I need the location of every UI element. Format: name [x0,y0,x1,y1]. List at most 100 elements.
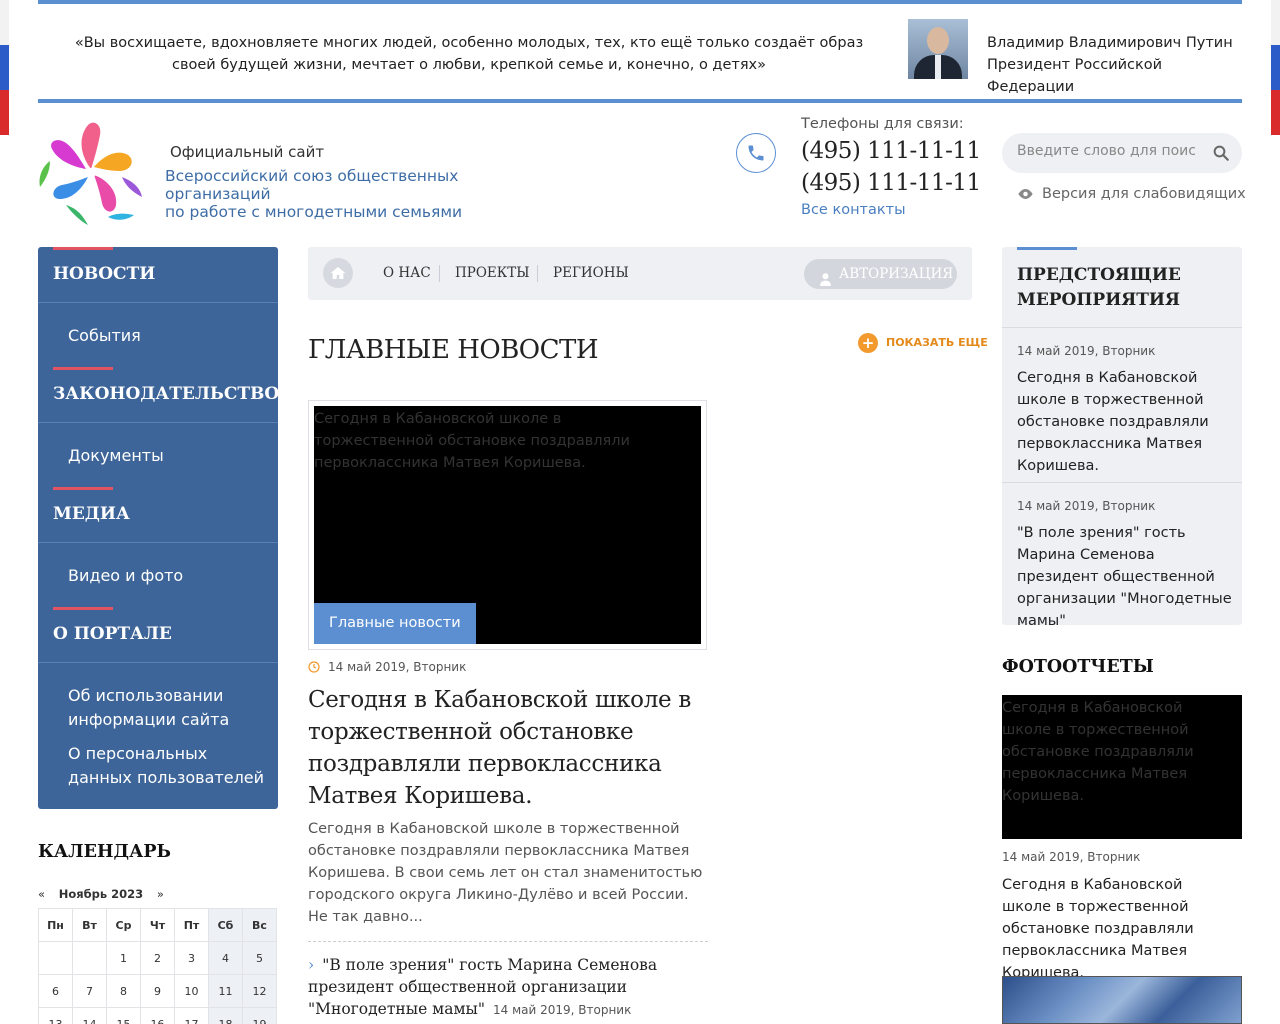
calendar-month: Ноябрь 2023 [58,887,144,901]
phone-number-1[interactable]: (495) 111-11-11 [801,138,981,164]
search-icon[interactable] [1212,144,1230,166]
search-input[interactable] [1017,143,1195,159]
calendar-day[interactable]: 3 [174,941,209,975]
list-item-date: 14 май 2019, Вторник [493,1003,632,1017]
calendar-day[interactable]: 16 [140,1007,175,1024]
show-more-label: ПОКАЗАТЬ ЕЩЕ [886,336,988,349]
calendar-day[interactable]: 6 [38,974,73,1008]
calendar-day[interactable]: 13 [38,1007,73,1024]
news-image[interactable]: Сегодня в Кабановской школе в торжествен… [314,406,701,644]
weekday: Пт [174,908,209,942]
event-date: 14 май 2019, Вторник [1017,344,1156,358]
weekday: Пн [38,908,73,942]
menu-item-events[interactable]: События [68,324,268,348]
news-card[interactable]: Сегодня в Кабановской школе в торжествен… [308,400,707,650]
search-box [1002,133,1242,173]
clock-icon [308,661,320,676]
calendar-day[interactable]: 15 [106,1007,141,1024]
nav-about[interactable]: О НАС [383,265,431,281]
phones-label: Телефоны для связи: [801,116,964,132]
photo-report-date: 14 май 2019, Вторник [1002,850,1141,864]
quote-text: «Вы восхищаете, вдохновляете многих люде… [74,35,864,73]
weekday: Ср [106,908,141,942]
menu-section-news[interactable]: НОВОСТИ [53,264,155,284]
left-menu: НОВОСТИ События ЗАКОНОДАТЕЛЬСТВО Докумен… [38,247,279,809]
calendar-day[interactable]: 2 [140,941,175,975]
calendar-day [38,941,73,975]
calendar-day[interactable]: 5 [242,941,277,975]
auth-label: АВТОРИЗАЦИЯ [839,266,954,282]
menu-accent-bar [53,367,113,370]
calendar-day[interactable]: 11 [208,974,243,1008]
photo-report-image-2[interactable] [1002,976,1242,1024]
events-title: ПРЕДСТОЯЩИЕ МЕРОПРИЯТИЯ [1017,263,1181,313]
nav-projects[interactable]: ПРОЕКТЫ [455,265,530,281]
photo-image-alt: Сегодня в Кабановской школе в торжествен… [1002,700,1194,804]
flag-decoration-right [1271,0,1280,135]
news-category-badge[interactable]: Главные новости [314,603,476,644]
event-text[interactable]: Сегодня в Кабановской школе в торжествен… [1017,367,1232,477]
list-item[interactable]: › "В поле зрения" гость Марина Семенова п… [308,954,708,1021]
calendar-day[interactable]: 9 [140,974,175,1008]
news-date-text: 14 май 2019, Вторник [328,660,467,674]
calendar-grid: Пн Вт Ср Чт Пт Сб Вс 1 2 3 4 5 6 7 8 9 1… [38,908,277,1024]
org-name: Всероссийский союз общественных организа… [165,167,545,221]
logo[interactable] [38,117,144,229]
phone-number-2[interactable]: (495) 111-11-11 [801,170,981,196]
events-title-line1: ПРЕДСТОЯЩИЕ [1017,265,1181,285]
news-date: 14 май 2019, Вторник [308,660,466,676]
low-vision-label: Версия для слабовидящих [1042,186,1246,202]
upcoming-events: ПРЕДСТОЯЩИЕ МЕРОПРИЯТИЯ 14 май 2019, Вто… [1002,247,1242,629]
calendar-prev-button[interactable]: « [38,887,45,901]
all-contacts-link[interactable]: Все контакты [801,202,906,218]
calendar-nav: « Ноябрь 2023 » [38,887,174,901]
menu-section-media[interactable]: МЕДИА [53,504,130,524]
events-title-line2: МЕРОПРИЯТИЯ [1017,290,1180,310]
news-headline[interactable]: Сегодня в Кабановской школе в торжествен… [308,684,708,812]
quote-author-title: Президент Российской Федерации [987,57,1163,95]
plus-icon: + [858,333,878,353]
menu-accent-bar [53,487,113,490]
weekday: Вс [242,908,277,942]
calendar-day[interactable]: 4 [208,941,243,975]
menu-section-legislation[interactable]: ЗАКОНОДАТЕЛЬСТВО [53,384,279,404]
chevron-right-icon: › [308,956,315,974]
menu-accent-bar [53,247,113,250]
photo-report-image[interactable]: Сегодня в Кабановской школе в торжествен… [1002,695,1242,839]
show-more-button[interactable]: + ПОКАЗАТЬ ЕЩЕ [858,333,988,353]
calendar-title: КАЛЕНДАРЬ [38,842,171,862]
auth-button[interactable]: АВТОРИЗАЦИЯ [804,259,957,289]
calendar-day[interactable]: 14 [72,1007,107,1024]
weekday: Чт [140,908,175,942]
home-button[interactable] [323,258,353,288]
home-icon [330,267,346,279]
calendar-day[interactable]: 18 [208,1007,243,1024]
calendar-day[interactable]: 8 [106,974,141,1008]
calendar-day[interactable]: 17 [174,1007,209,1024]
event-text[interactable]: "В поле зрения" гость Марина Семенова пр… [1017,522,1232,632]
nav-regions[interactable]: РЕГИОНЫ [553,265,629,281]
calendar-next-button[interactable]: » [157,887,164,901]
calendar-day[interactable]: 10 [174,974,209,1008]
main-news-title: ГЛАВНЫЕ НОВОСТИ [308,335,599,365]
event-date: 14 май 2019, Вторник [1017,499,1156,513]
eye-icon [1017,188,1034,204]
calendar-day[interactable]: 7 [72,974,107,1008]
menu-item-personal-data[interactable]: О персональных данных пользователей [68,742,268,790]
news-lead: Сегодня в Кабановской школе в торжествен… [308,821,703,925]
menu-item-documents[interactable]: Документы [68,444,268,468]
menu-section-about[interactable]: О ПОРТАЛЕ [53,624,172,644]
phone-icon[interactable] [736,133,776,173]
president-photo [908,19,968,79]
menu-item-video-photo[interactable]: Видео и фото [68,564,268,588]
org-name-line1: Всероссийский союз общественных организа… [165,167,459,203]
calendar-day[interactable]: 19 [242,1007,277,1024]
user-icon [820,267,831,297]
site-label: Официальный сайт [170,143,325,161]
menu-item-site-usage[interactable]: Об использовании информации сайта [68,684,268,732]
quote-author: Владимир Владимирович Путин Президент Ро… [987,32,1242,98]
calendar-day[interactable]: 1 [106,941,141,975]
calendar-day[interactable]: 12 [242,974,277,1008]
photo-report-text[interactable]: Сегодня в Кабановской школе в торжествен… [1002,874,1232,984]
low-vision-version-link[interactable]: Версия для слабовидящих [1017,186,1246,204]
